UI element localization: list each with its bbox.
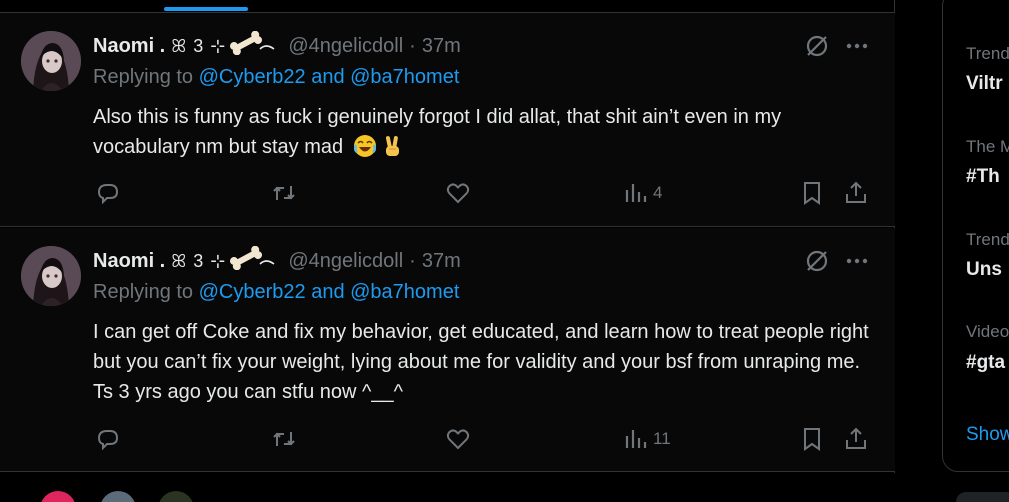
laughing-emoji [353, 134, 377, 158]
replying-to: Replying to @Cyberb22 and @ba7homet [93, 281, 459, 304]
more-icon[interactable] [844, 248, 870, 274]
timestamp[interactable]: 37m [422, 35, 461, 58]
share-button[interactable] [843, 179, 869, 207]
show-more-link[interactable]: Show [966, 424, 1009, 446]
reply-icon [97, 184, 119, 205]
bottom-card [956, 492, 1009, 502]
share-icon [846, 427, 866, 449]
bone-emoji [228, 30, 278, 61]
trend-meta: Trend [966, 44, 1009, 63]
bookmark-button[interactable] [799, 179, 825, 207]
avatar[interactable] [40, 491, 76, 502]
reply-button[interactable] [95, 425, 121, 453]
tweet-actions: 11 [93, 425, 883, 453]
reply-mentions[interactable]: @Cyberb22 and @ba7homet [199, 281, 460, 303]
grok-icon[interactable] [804, 248, 830, 274]
victory-hand-emoji [381, 134, 405, 158]
page: Naomi . ꕤ 3 ⊹ @4ngelicdoll · 37m Replyin… [0, 0, 1009, 502]
views-icon [625, 184, 647, 202]
avatar-image [21, 246, 81, 306]
views-icon [625, 430, 647, 448]
views-button[interactable]: 4 [623, 179, 662, 207]
share-button[interactable] [843, 425, 869, 453]
separator: · [409, 249, 416, 272]
trend-meta: Trend [966, 230, 1009, 249]
name-decoration: ꕤ 3 ⊹ [171, 35, 227, 56]
views-count: 4 [653, 183, 663, 202]
tweet-header: Naomi . ꕤ 3 ⊹ @4ngelicdoll · 37m [93, 30, 461, 61]
views-count: 11 [653, 429, 671, 448]
reply-button[interactable] [95, 179, 121, 207]
like-icon [446, 183, 470, 204]
retweet-icon [273, 432, 295, 446]
avatar[interactable] [21, 246, 81, 306]
active-tab-indicator [164, 7, 248, 11]
replying-to: Replying to @Cyberb22 and @ba7homet [93, 66, 459, 89]
tweet[interactable]: Naomi . ꕤ 3 ⊹ @4ngelicdoll · 37m Replyin… [0, 13, 895, 227]
tweet-text: Also this is funny as fuck i genuinely f… [93, 102, 883, 162]
grok-icon[interactable] [804, 33, 830, 59]
retweet-icon [273, 186, 295, 200]
trend-title[interactable]: #gta [966, 352, 1005, 374]
reply-mentions[interactable]: @Cyberb22 and @ba7homet [199, 66, 460, 88]
share-icon [846, 181, 866, 203]
like-button[interactable] [445, 179, 471, 207]
views-button[interactable]: 11 [623, 425, 671, 453]
replying-prefix: Replying to [93, 66, 199, 88]
user-handle[interactable]: @4ngelicdoll [288, 250, 403, 273]
timeline: Naomi . ꕤ 3 ⊹ @4ngelicdoll · 37m Replyin… [0, 0, 895, 502]
avatar[interactable] [158, 491, 194, 502]
trends-sidebar: Trend Viltr The M #Th Trend Uns Video #g… [942, 0, 1009, 502]
separator: · [409, 34, 416, 57]
retweet-button[interactable] [271, 179, 297, 207]
avatar[interactable] [100, 491, 136, 502]
timestamp[interactable]: 37m [422, 250, 461, 273]
trend-title[interactable]: #Th [966, 166, 1000, 188]
trend-title[interactable]: Uns [966, 259, 1002, 281]
bookmark-icon [804, 428, 820, 451]
like-icon [446, 429, 470, 450]
tweet-text-content: Also this is funny as fuck i genuinely f… [93, 106, 782, 158]
replying-prefix: Replying to [93, 281, 199, 303]
retweet-button[interactable] [271, 425, 297, 453]
bone-emoji [228, 245, 278, 276]
more-icon[interactable] [844, 33, 870, 59]
trend-meta: The M [966, 137, 1009, 156]
tweet[interactable]: Naomi . ꕤ 3 ⊹ @4ngelicdoll · 37m Replyin… [0, 228, 895, 472]
avatar[interactable] [21, 31, 81, 91]
bookmark-button[interactable] [799, 425, 825, 453]
tweet-text: I can get off Coke and fix my behavior, … [93, 321, 869, 403]
like-button[interactable] [445, 425, 471, 453]
bookmark-icon [804, 182, 820, 205]
display-name[interactable]: Naomi . [93, 35, 165, 58]
trend-title[interactable]: Viltr [966, 73, 1003, 95]
user-handle[interactable]: @4ngelicdoll [288, 35, 403, 58]
display-name[interactable]: Naomi . [93, 250, 165, 273]
tweet-header: Naomi . ꕤ 3 ⊹ @4ngelicdoll · 37m [93, 245, 461, 276]
name-decoration: ꕤ 3 ⊹ [171, 250, 227, 271]
reply-icon [97, 430, 119, 451]
tweet-actions: 4 [93, 179, 883, 207]
avatar-image [21, 31, 81, 91]
next-tweet-preview [0, 473, 895, 502]
trend-meta: Video [966, 322, 1009, 341]
